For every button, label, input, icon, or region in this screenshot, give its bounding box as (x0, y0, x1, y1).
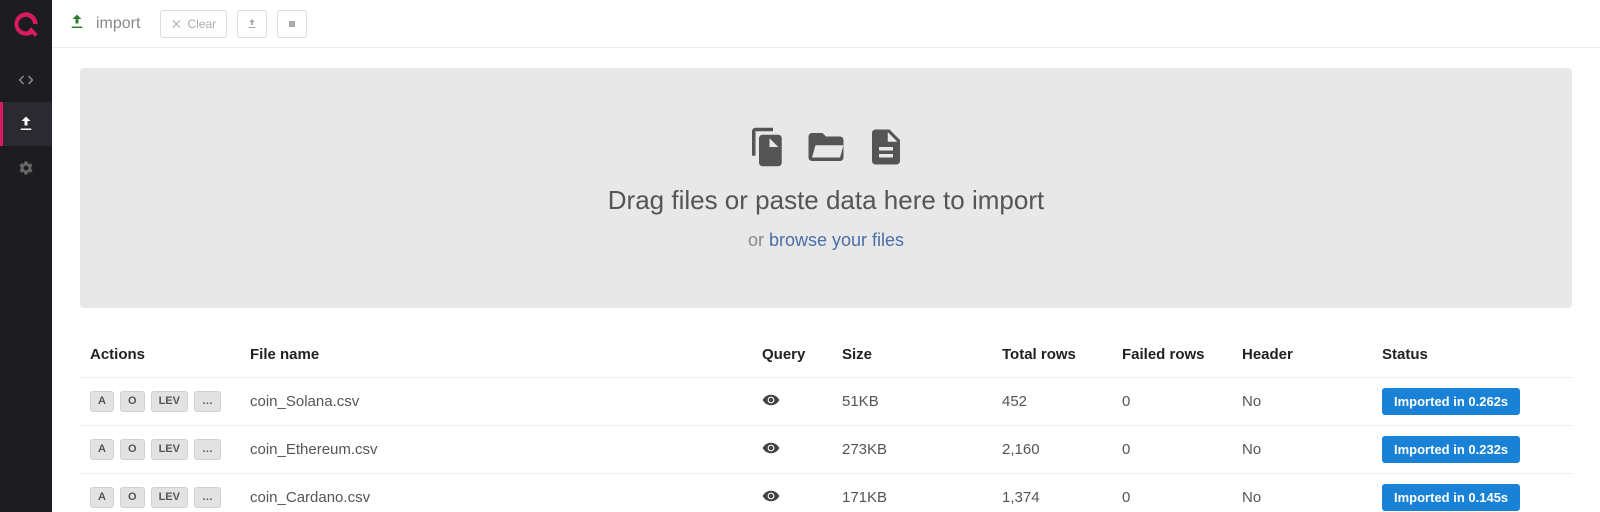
table-row: AO LEV … coin_Cardano.csv 171KB1,3740No Impor… (80, 474, 1572, 512)
cell-total-rows: 452 (992, 378, 1112, 426)
page-title: import (96, 15, 140, 33)
dropzone[interactable]: Drag files or paste data here to import … (80, 68, 1572, 308)
clear-button-label: Clear (187, 17, 216, 31)
col-status: Status (1372, 338, 1572, 378)
cell-failed-rows: 0 (1112, 474, 1232, 512)
action-o-button[interactable]: O (120, 487, 145, 508)
clear-button[interactable]: Clear (160, 10, 227, 38)
view-query-icon[interactable] (762, 396, 780, 413)
action-a-button[interactable]: A (90, 439, 114, 460)
nav-code[interactable] (0, 58, 52, 102)
action-a-button[interactable]: A (90, 391, 114, 412)
app-logo (12, 10, 40, 38)
action-more-button[interactable]: … (194, 439, 221, 460)
cell-failed-rows: 0 (1112, 378, 1232, 426)
action-o-button[interactable]: O (120, 391, 145, 412)
col-size: Size (832, 338, 992, 378)
document-icon (865, 126, 907, 171)
col-filename: File name (240, 338, 752, 378)
dropzone-icons (745, 126, 907, 171)
topbar: import Clear (52, 0, 1600, 48)
col-header: Header (1232, 338, 1372, 378)
view-query-icon[interactable] (762, 492, 780, 509)
cell-header: No (1232, 378, 1372, 426)
cell-failed-rows: 0 (1112, 426, 1232, 474)
cell-header: No (1232, 426, 1372, 474)
table-row: AO LEV … coin_Ethereum.csv 273KB2,1600No Impo… (80, 426, 1572, 474)
action-a-button[interactable]: A (90, 487, 114, 508)
action-o-button[interactable]: O (120, 439, 145, 460)
stop-button[interactable] (277, 10, 307, 38)
col-query: Query (752, 338, 832, 378)
browse-files-link[interactable]: browse your files (769, 230, 904, 250)
cell-size: 273KB (832, 426, 992, 474)
status-badge: Imported in 0.232s (1382, 436, 1520, 463)
nav-settings[interactable] (0, 146, 52, 190)
nav-import[interactable] (0, 102, 52, 146)
status-badge: Imported in 0.145s (1382, 484, 1520, 511)
action-lev-button[interactable]: LEV (151, 439, 188, 460)
view-query-icon[interactable] (762, 444, 780, 461)
cell-size: 51KB (832, 378, 992, 426)
sidebar (0, 0, 52, 512)
upload-icon (68, 13, 86, 34)
cell-filename: coin_Solana.csv (240, 378, 752, 426)
action-more-button[interactable]: … (194, 487, 221, 508)
cell-size: 171KB (832, 474, 992, 512)
files-table: Actions File name Query Size Total rows … (80, 338, 1572, 512)
dropzone-title: Drag files or paste data here to import (608, 185, 1044, 216)
files-icon (745, 126, 787, 171)
status-badge: Imported in 0.262s (1382, 388, 1520, 415)
table-row: AO LEV … coin_Solana.csv 51KB4520No Imported … (80, 378, 1572, 426)
action-more-button[interactable]: … (194, 391, 221, 412)
cell-filename: coin_Cardano.csv (240, 474, 752, 512)
upload-button[interactable] (237, 10, 267, 38)
cell-total-rows: 2,160 (992, 426, 1112, 474)
col-total-rows: Total rows (992, 338, 1112, 378)
col-actions: Actions (80, 338, 240, 378)
cell-header: No (1232, 474, 1372, 512)
action-lev-button[interactable]: LEV (151, 391, 188, 412)
col-failed-rows: Failed rows (1112, 338, 1232, 378)
cell-total-rows: 1,374 (992, 474, 1112, 512)
folder-open-icon (805, 126, 847, 171)
action-lev-button[interactable]: LEV (151, 487, 188, 508)
cell-filename: coin_Ethereum.csv (240, 426, 752, 474)
dropzone-subtitle: or browse your files (748, 230, 904, 251)
